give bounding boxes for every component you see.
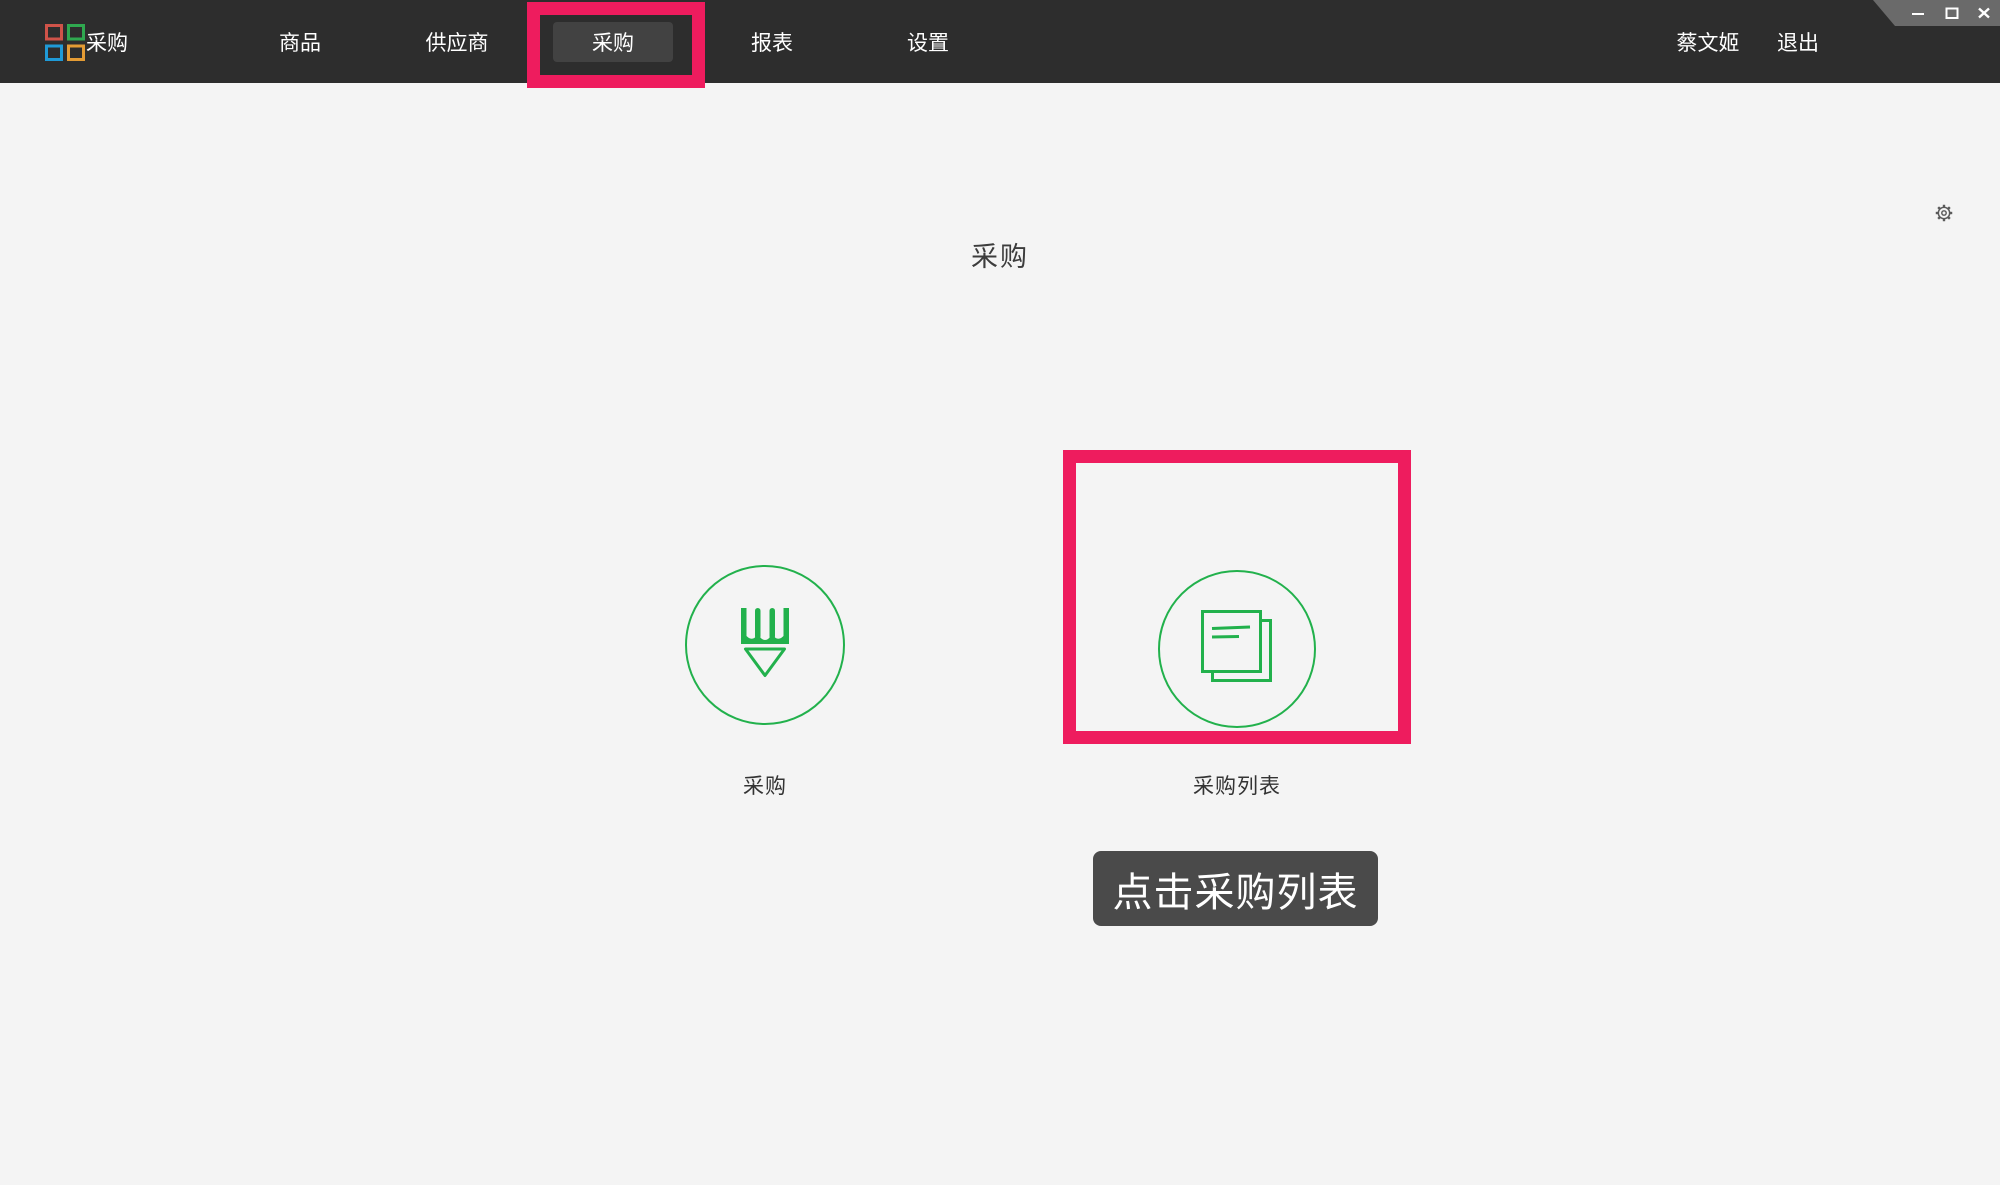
window-controls — [1873, 0, 2000, 26]
purchase-button-label[interactable]: 采购 — [743, 770, 787, 800]
tutorial-tooltip-text: 点击采购列表 — [1113, 860, 1359, 918]
nav-item-reports[interactable]: 报表 — [751, 27, 793, 57]
tutorial-tooltip: 点击采购列表 — [1093, 851, 1378, 926]
nav-tab-purchase-label: 采购 — [592, 27, 634, 57]
nav-item-settings[interactable]: 设置 — [907, 27, 949, 57]
gear-icon[interactable] — [1933, 202, 1955, 224]
documents-icon — [1201, 610, 1273, 688]
page-title: 采购 — [0, 235, 2000, 274]
purchase-list-button[interactable] — [1158, 570, 1316, 728]
top-navigation-bar: 采购 商品 供应商 采购 报表 设置 蔡文姬 退出 — [0, 0, 2000, 83]
purchase-button[interactable] — [685, 565, 845, 725]
pencil-icon — [741, 608, 789, 683]
nav-item-suppliers[interactable]: 供应商 — [426, 27, 489, 57]
module-title: 采购 — [86, 27, 128, 57]
minimize-icon[interactable] — [1903, 0, 1933, 26]
maximize-icon[interactable] — [1937, 0, 1967, 26]
nav-tab-purchase-active[interactable]: 采购 — [553, 22, 673, 62]
close-icon[interactable] — [1969, 0, 1999, 26]
logout-button[interactable]: 退出 — [1777, 27, 1819, 57]
nav-item-products[interactable]: 商品 — [279, 27, 321, 57]
app-grid-logo-icon[interactable] — [45, 24, 85, 62]
purchase-list-button-label[interactable]: 采购列表 — [1193, 770, 1281, 800]
main-content: 采购 — [0, 83, 2000, 1185]
user-name[interactable]: 蔡文姬 — [1677, 27, 1740, 57]
